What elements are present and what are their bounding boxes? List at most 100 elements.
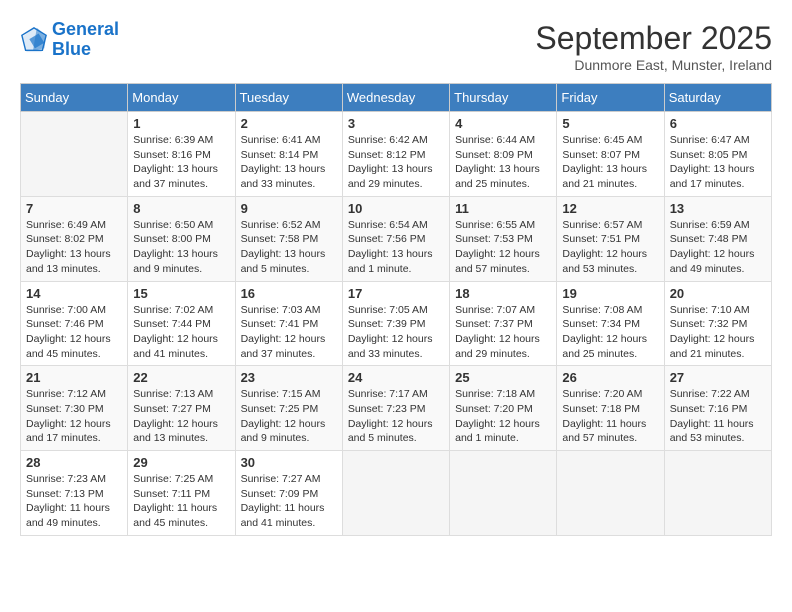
day-detail: Sunrise: 6:50 AM Sunset: 8:00 PM Dayligh… bbox=[133, 218, 229, 277]
calendar-cell: 10 Sunrise: 6:54 AM Sunset: 7:56 PM Dayli… bbox=[342, 196, 449, 281]
day-number: 11 bbox=[455, 201, 551, 216]
day-detail: Sunrise: 7:07 AM Sunset: 7:37 PM Dayligh… bbox=[455, 303, 551, 362]
calendar-cell: 19 Sunrise: 7:08 AM Sunset: 7:34 PM Dayli… bbox=[557, 281, 664, 366]
calendar-cell: 18 Sunrise: 7:07 AM Sunset: 7:37 PM Dayli… bbox=[450, 281, 557, 366]
day-detail: Sunrise: 7:02 AM Sunset: 7:44 PM Dayligh… bbox=[133, 303, 229, 362]
day-detail: Sunrise: 6:39 AM Sunset: 8:16 PM Dayligh… bbox=[133, 133, 229, 192]
calendar-cell: 27Sunrise: 7:22 AM Sunset: 7:16 PM Dayli… bbox=[664, 366, 771, 451]
day-detail: Sunrise: 6:41 AM Sunset: 8:14 PM Dayligh… bbox=[241, 133, 337, 192]
day-detail: Sunrise: 7:25 AM Sunset: 7:11 PM Dayligh… bbox=[133, 472, 229, 531]
day-detail: Sunrise: 7:15 AM Sunset: 7:25 PM Dayligh… bbox=[241, 387, 337, 446]
calendar-cell: 6 Sunrise: 6:47 AM Sunset: 8:05 PM Daylig… bbox=[664, 112, 771, 197]
day-detail: Sunrise: 6:49 AM Sunset: 8:02 PM Dayligh… bbox=[26, 218, 122, 277]
title-block: September 2025 Dunmore East, Munster, Ir… bbox=[535, 20, 772, 73]
page-header: GeneralBlue September 2025 Dunmore East,… bbox=[20, 20, 772, 73]
day-number: 2 bbox=[241, 116, 337, 131]
day-number: 20 bbox=[670, 286, 766, 301]
weekday-friday: Friday bbox=[557, 84, 664, 112]
day-detail: Sunrise: 7:00 AM Sunset: 7:46 PM Dayligh… bbox=[26, 303, 122, 362]
day-detail: Sunrise: 6:47 AM Sunset: 8:05 PM Dayligh… bbox=[670, 133, 766, 192]
calendar-week-4: 21Sunrise: 7:12 AM Sunset: 7:30 PM Dayli… bbox=[21, 366, 772, 451]
day-number: 10 bbox=[348, 201, 444, 216]
weekday-thursday: Thursday bbox=[450, 84, 557, 112]
day-number: 8 bbox=[133, 201, 229, 216]
calendar-table: SundayMondayTuesdayWednesdayThursdayFrid… bbox=[20, 83, 772, 536]
day-number: 3 bbox=[348, 116, 444, 131]
calendar-cell: 28Sunrise: 7:23 AM Sunset: 7:13 PM Dayli… bbox=[21, 451, 128, 536]
calendar-cell: 20 Sunrise: 7:10 AM Sunset: 7:32 PM Dayli… bbox=[664, 281, 771, 366]
day-number: 13 bbox=[670, 201, 766, 216]
day-number: 27 bbox=[670, 370, 766, 385]
day-number: 15 bbox=[133, 286, 229, 301]
calendar-cell: 29 Sunrise: 7:25 AM Sunset: 7:11 PM Dayli… bbox=[128, 451, 235, 536]
weekday-header-row: SundayMondayTuesdayWednesdayThursdayFrid… bbox=[21, 84, 772, 112]
day-detail: Sunrise: 6:54 AM Sunset: 7:56 PM Dayligh… bbox=[348, 218, 444, 277]
day-number: 19 bbox=[562, 286, 658, 301]
calendar-week-5: 28Sunrise: 7:23 AM Sunset: 7:13 PM Dayli… bbox=[21, 451, 772, 536]
calendar-week-3: 14 Sunrise: 7:00 AM Sunset: 7:46 PM Dayli… bbox=[21, 281, 772, 366]
calendar-cell: 23Sunrise: 7:15 AM Sunset: 7:25 PM Dayli… bbox=[235, 366, 342, 451]
calendar-cell: 21Sunrise: 7:12 AM Sunset: 7:30 PM Dayli… bbox=[21, 366, 128, 451]
day-detail: Sunrise: 6:59 AM Sunset: 7:48 PM Dayligh… bbox=[670, 218, 766, 277]
day-number: 1 bbox=[133, 116, 229, 131]
day-number: 18 bbox=[455, 286, 551, 301]
month-title: September 2025 bbox=[535, 20, 772, 57]
calendar-cell: 5 Sunrise: 6:45 AM Sunset: 8:07 PM Daylig… bbox=[557, 112, 664, 197]
day-detail: Sunrise: 7:13 AM Sunset: 7:27 PM Dayligh… bbox=[133, 387, 229, 446]
calendar-cell: 24 Sunrise: 7:17 AM Sunset: 7:23 PM Dayli… bbox=[342, 366, 449, 451]
calendar-cell: 3 Sunrise: 6:42 AM Sunset: 8:12 PM Daylig… bbox=[342, 112, 449, 197]
weekday-wednesday: Wednesday bbox=[342, 84, 449, 112]
day-number: 25 bbox=[455, 370, 551, 385]
calendar-cell: 30 Sunrise: 7:27 AM Sunset: 7:09 PM Dayli… bbox=[235, 451, 342, 536]
logo-icon bbox=[20, 26, 48, 54]
calendar-cell: 8 Sunrise: 6:50 AM Sunset: 8:00 PM Daylig… bbox=[128, 196, 235, 281]
logo: GeneralBlue bbox=[20, 20, 119, 60]
calendar-cell: 4Sunrise: 6:44 AM Sunset: 8:09 PM Daylig… bbox=[450, 112, 557, 197]
calendar-cell: 12 Sunrise: 6:57 AM Sunset: 7:51 PM Dayli… bbox=[557, 196, 664, 281]
day-detail: Sunrise: 7:12 AM Sunset: 7:30 PM Dayligh… bbox=[26, 387, 122, 446]
day-detail: Sunrise: 7:10 AM Sunset: 7:32 PM Dayligh… bbox=[670, 303, 766, 362]
day-number: 12 bbox=[562, 201, 658, 216]
day-detail: Sunrise: 6:52 AM Sunset: 7:58 PM Dayligh… bbox=[241, 218, 337, 277]
calendar-cell: 1 Sunrise: 6:39 AM Sunset: 8:16 PM Daylig… bbox=[128, 112, 235, 197]
calendar-cell: 16Sunrise: 7:03 AM Sunset: 7:41 PM Dayli… bbox=[235, 281, 342, 366]
calendar-cell: 13 Sunrise: 6:59 AM Sunset: 7:48 PM Dayli… bbox=[664, 196, 771, 281]
day-number: 4 bbox=[455, 116, 551, 131]
day-number: 5 bbox=[562, 116, 658, 131]
calendar-cell: 2 Sunrise: 6:41 AM Sunset: 8:14 PM Daylig… bbox=[235, 112, 342, 197]
day-detail: Sunrise: 7:23 AM Sunset: 7:13 PM Dayligh… bbox=[26, 472, 122, 531]
calendar-cell: 25 Sunrise: 7:18 AM Sunset: 7:20 PM Dayli… bbox=[450, 366, 557, 451]
weekday-sunday: Sunday bbox=[21, 84, 128, 112]
calendar-cell: 22 Sunrise: 7:13 AM Sunset: 7:27 PM Dayli… bbox=[128, 366, 235, 451]
day-detail: Sunrise: 7:18 AM Sunset: 7:20 PM Dayligh… bbox=[455, 387, 551, 446]
location-subtitle: Dunmore East, Munster, Ireland bbox=[535, 57, 772, 73]
day-number: 24 bbox=[348, 370, 444, 385]
logo-text: GeneralBlue bbox=[52, 20, 119, 60]
day-detail: Sunrise: 7:08 AM Sunset: 7:34 PM Dayligh… bbox=[562, 303, 658, 362]
day-number: 22 bbox=[133, 370, 229, 385]
day-detail: Sunrise: 6:45 AM Sunset: 8:07 PM Dayligh… bbox=[562, 133, 658, 192]
calendar-cell: 17 Sunrise: 7:05 AM Sunset: 7:39 PM Dayli… bbox=[342, 281, 449, 366]
calendar-cell: 26Sunrise: 7:20 AM Sunset: 7:18 PM Dayli… bbox=[557, 366, 664, 451]
day-number: 17 bbox=[348, 286, 444, 301]
weekday-monday: Monday bbox=[128, 84, 235, 112]
day-number: 14 bbox=[26, 286, 122, 301]
day-number: 26 bbox=[562, 370, 658, 385]
day-detail: Sunrise: 6:42 AM Sunset: 8:12 PM Dayligh… bbox=[348, 133, 444, 192]
weekday-tuesday: Tuesday bbox=[235, 84, 342, 112]
day-detail: Sunrise: 7:17 AM Sunset: 7:23 PM Dayligh… bbox=[348, 387, 444, 446]
day-number: 6 bbox=[670, 116, 766, 131]
calendar-week-1: 1 Sunrise: 6:39 AM Sunset: 8:16 PM Daylig… bbox=[21, 112, 772, 197]
day-detail: Sunrise: 7:27 AM Sunset: 7:09 PM Dayligh… bbox=[241, 472, 337, 531]
day-number: 30 bbox=[241, 455, 337, 470]
weekday-saturday: Saturday bbox=[664, 84, 771, 112]
day-detail: Sunrise: 7:03 AM Sunset: 7:41 PM Dayligh… bbox=[241, 303, 337, 362]
day-detail: Sunrise: 7:05 AM Sunset: 7:39 PM Dayligh… bbox=[348, 303, 444, 362]
calendar-cell bbox=[557, 451, 664, 536]
calendar-week-2: 7Sunrise: 6:49 AM Sunset: 8:02 PM Daylig… bbox=[21, 196, 772, 281]
day-number: 29 bbox=[133, 455, 229, 470]
day-number: 9 bbox=[241, 201, 337, 216]
calendar-cell bbox=[342, 451, 449, 536]
calendar-cell: 11Sunrise: 6:55 AM Sunset: 7:53 PM Dayli… bbox=[450, 196, 557, 281]
day-detail: Sunrise: 6:57 AM Sunset: 7:51 PM Dayligh… bbox=[562, 218, 658, 277]
